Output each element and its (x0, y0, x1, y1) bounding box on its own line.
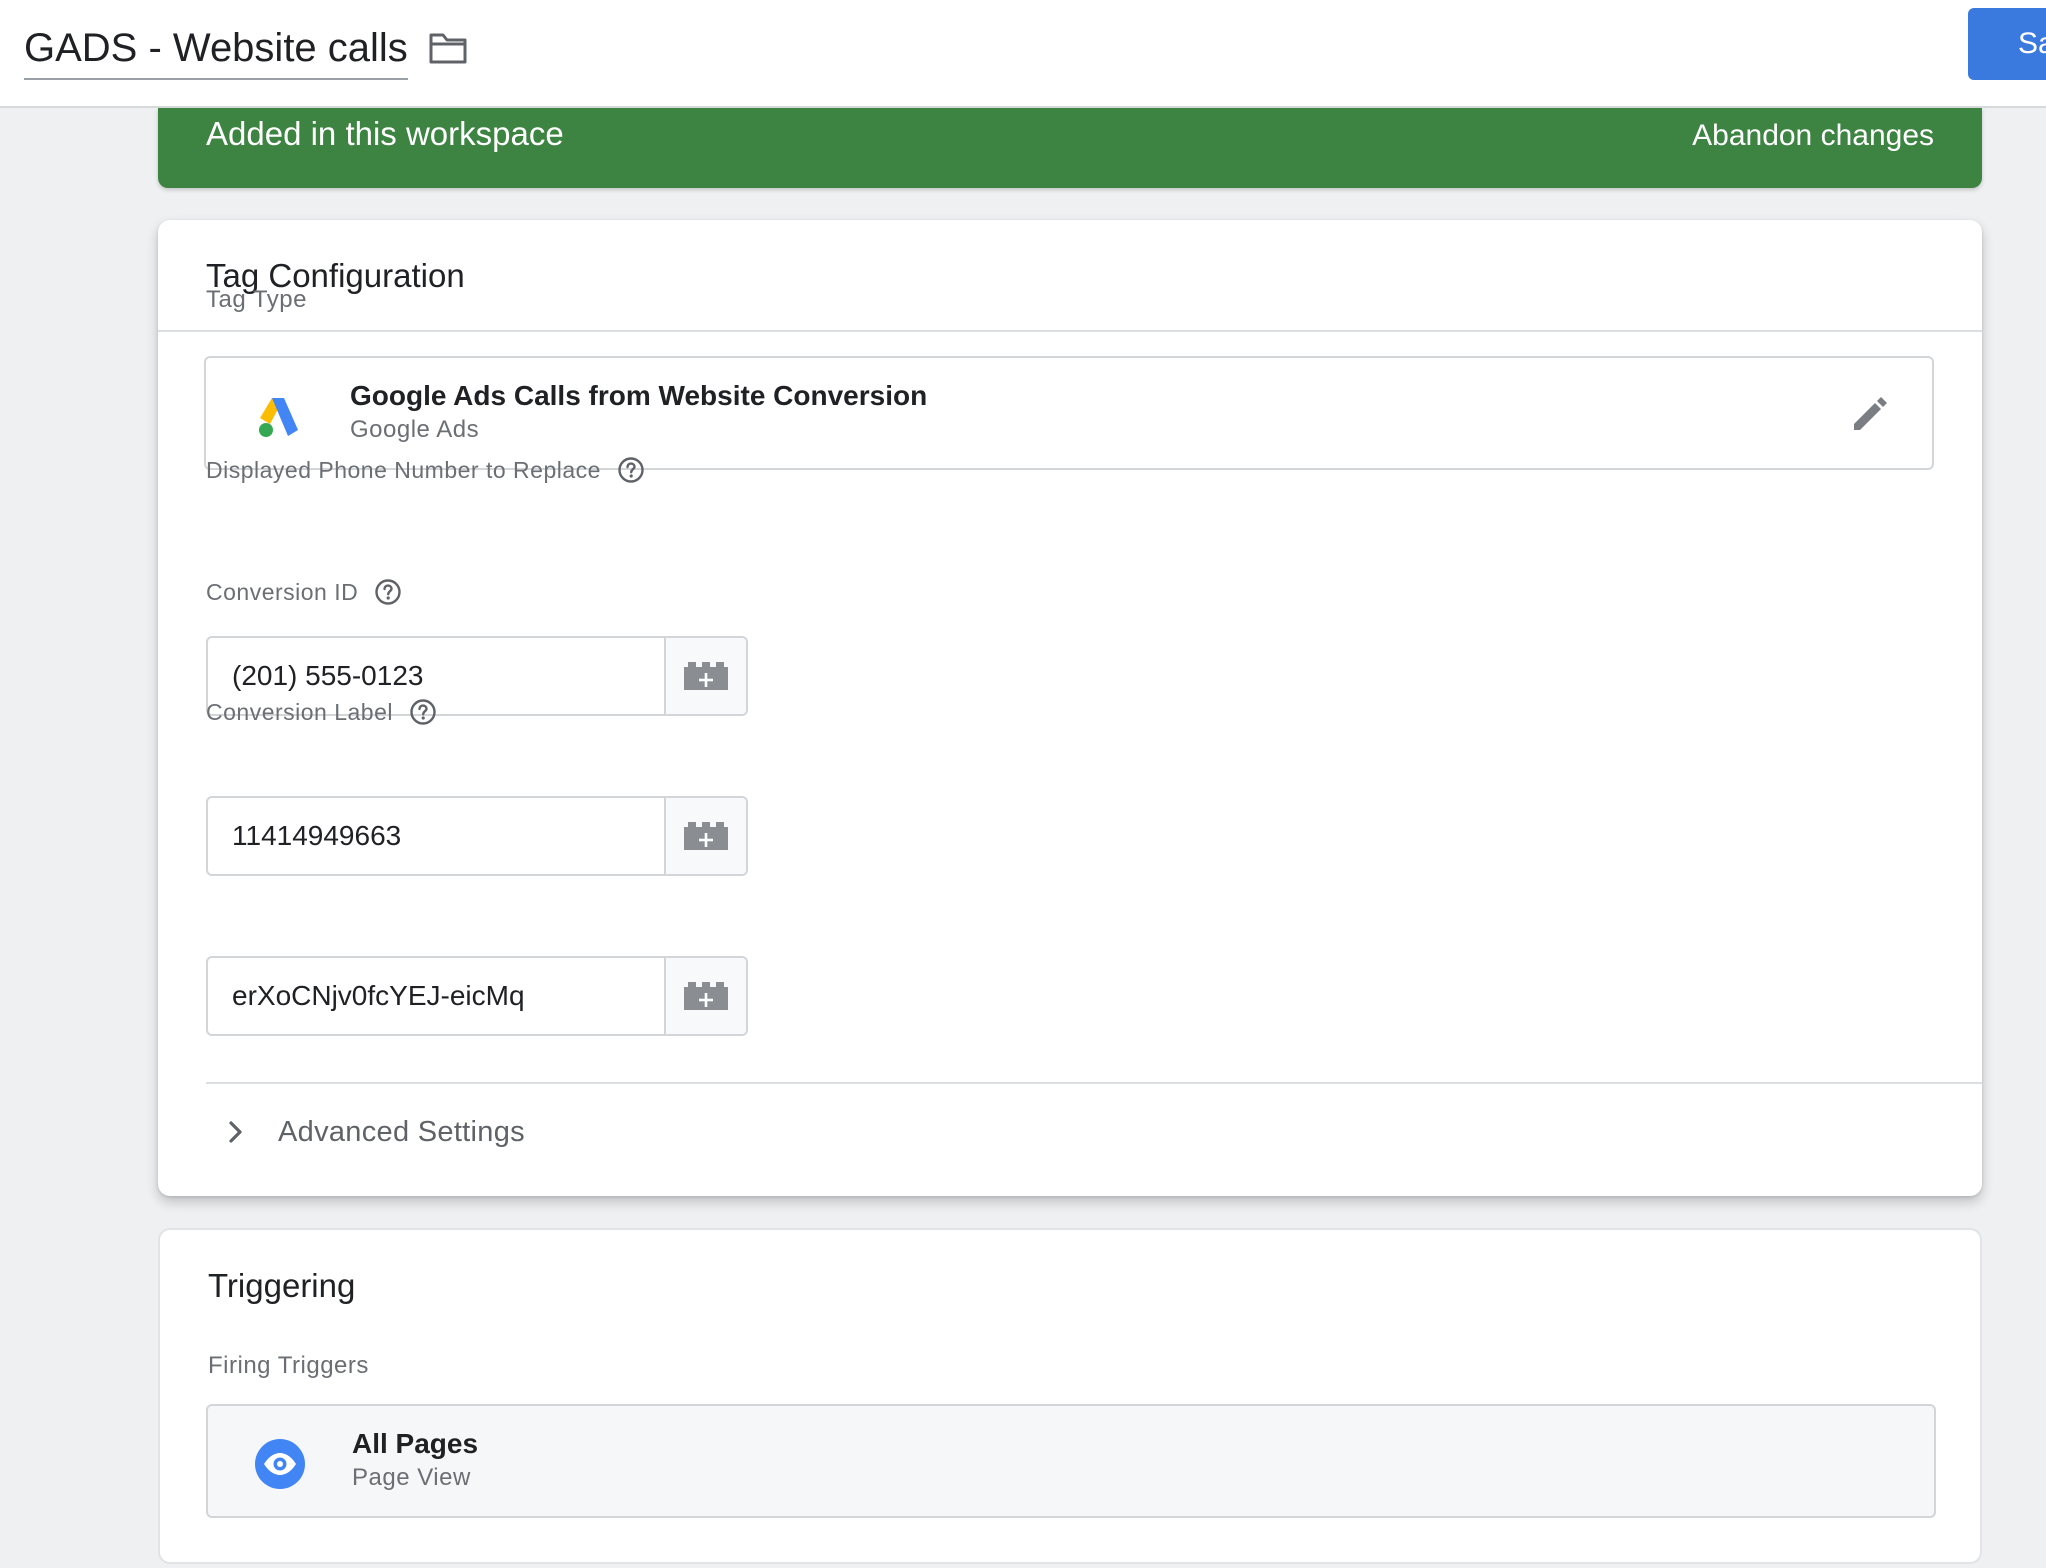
conversion-id-label-text: Conversion ID (206, 579, 359, 605)
pencil-icon[interactable] (1848, 392, 1892, 436)
tag-type-selector[interactable]: Google Ads Calls from Website Conversion… (204, 356, 1934, 470)
variable-picker-icon[interactable] (664, 638, 746, 714)
trigger-all-pages[interactable]: All Pages Page View (206, 1404, 1936, 1518)
variable-picker-icon[interactable] (664, 798, 746, 874)
conversion-label-field (206, 956, 748, 1036)
save-button[interactable]: Save (1968, 8, 2046, 80)
help-circle-icon[interactable] (409, 698, 437, 726)
card-divider (158, 330, 1982, 332)
phone-number-label-text: Displayed Phone Number to Replace (206, 457, 601, 483)
tag-type-label: Tag Type (206, 286, 307, 313)
trigger-type: Page View (352, 1464, 471, 1491)
conversion-id-input[interactable] (208, 798, 664, 874)
conversion-label-label: Conversion Label (206, 696, 437, 728)
tag-type-name: Google Ads Calls from Website Conversion (350, 380, 928, 411)
google-ads-logo-icon (252, 390, 304, 442)
triggering-title: Triggering (208, 1267, 356, 1304)
workspace-status-banner: Added in this workspace Abandon changes (158, 108, 1982, 188)
eye-icon (254, 1438, 306, 1490)
abandon-changes-button[interactable]: Abandon changes (1692, 112, 1934, 160)
advanced-settings-label: Advanced Settings (278, 1115, 525, 1148)
advanced-divider (206, 1082, 1982, 1084)
tag-configuration-card: Tag Configuration Tag Type Google Ads Ca… (158, 220, 1982, 1196)
conversion-label-input[interactable] (208, 958, 664, 1034)
conversion-label-label-text: Conversion Label (206, 699, 394, 725)
tag-type-provider: Google Ads (350, 416, 480, 443)
folder-icon[interactable] (426, 26, 470, 70)
conversion-id-label: Conversion ID (206, 576, 402, 608)
advanced-settings-toggle[interactable]: Advanced Settings (206, 1102, 525, 1162)
variable-picker-icon[interactable] (664, 958, 746, 1034)
phone-number-label: Displayed Phone Number to Replace (206, 454, 645, 486)
help-circle-icon[interactable] (374, 578, 402, 606)
help-circle-icon[interactable] (617, 456, 645, 484)
trigger-name: All Pages (352, 1428, 479, 1459)
triggering-card: Triggering Firing Triggers All Pages Pag… (158, 1228, 1982, 1564)
workspace-status-text: Added in this workspace (206, 115, 564, 152)
firing-triggers-label: Firing Triggers (208, 1352, 369, 1379)
conversion-id-field (206, 796, 748, 876)
chevron-right-icon (229, 1121, 242, 1143)
tag-name-title[interactable]: GADS - Website calls (24, 22, 408, 80)
top-header-bar: GADS - Website calls Save (0, 0, 2046, 108)
